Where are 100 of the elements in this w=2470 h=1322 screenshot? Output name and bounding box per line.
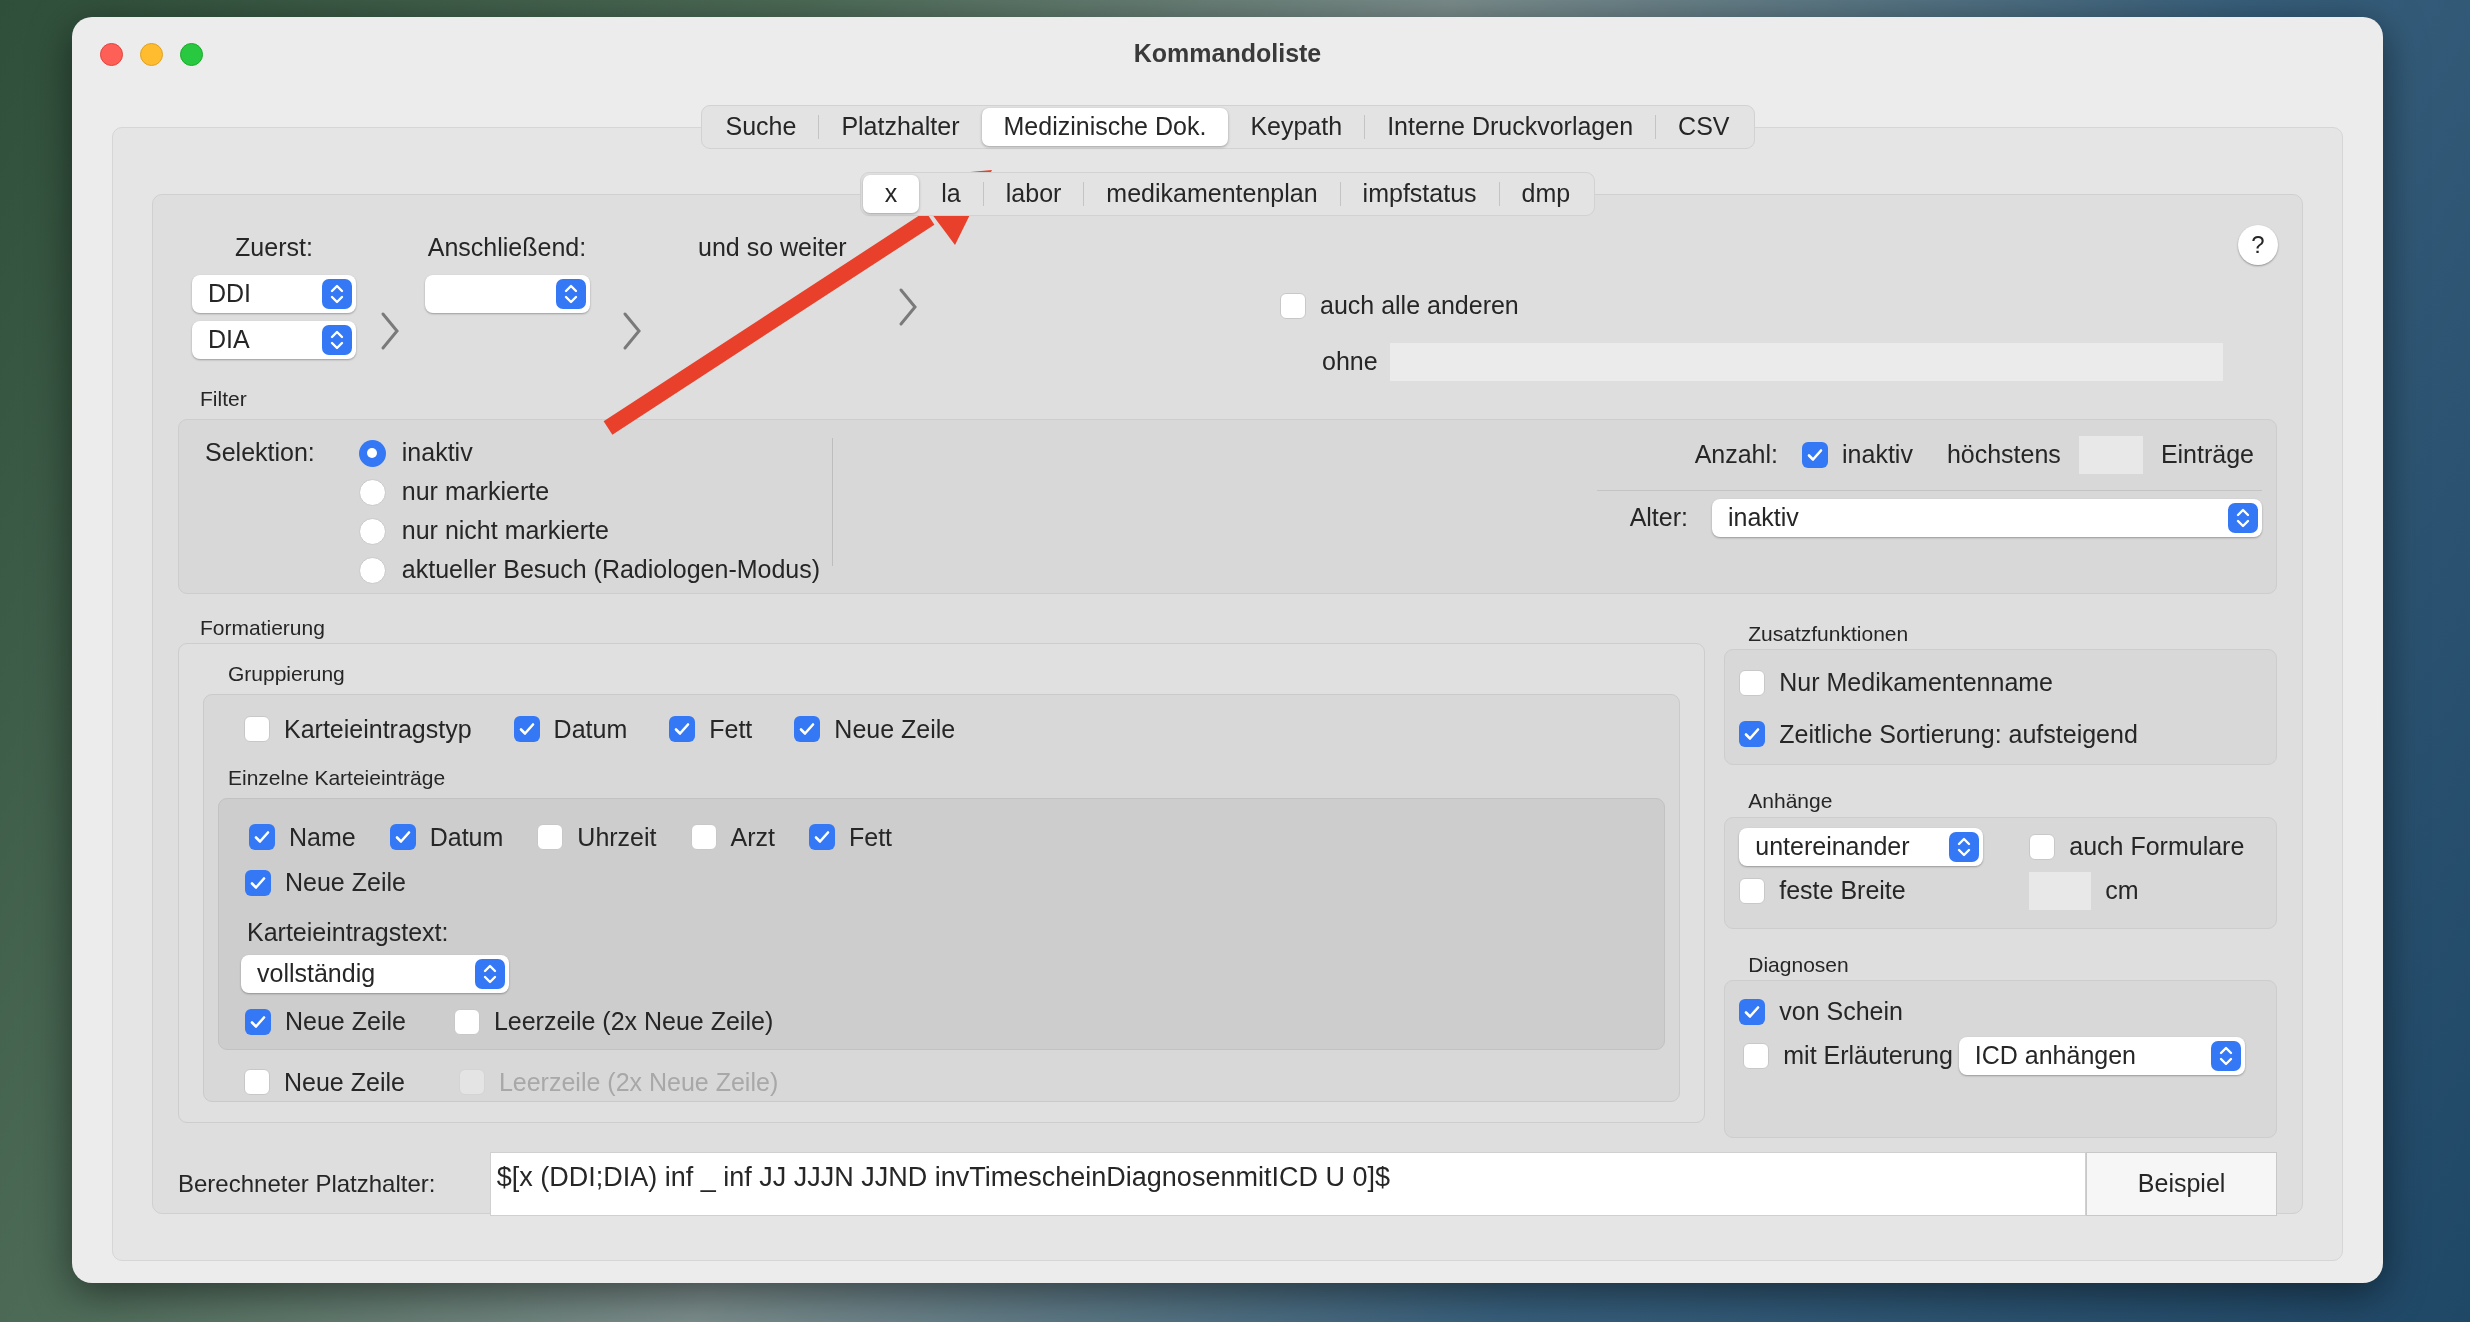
popup-button[interactable]: DDI — [192, 274, 356, 313]
updown-chevron-icon — [2210, 1040, 2241, 1071]
checkbox[interactable] — [1739, 998, 1766, 1025]
field-label: Berechneter Platzhalter: — [178, 1169, 437, 1199]
checkbox[interactable] — [244, 1069, 270, 1096]
checkbox-label: Neue Zeile — [285, 1006, 406, 1037]
help-button[interactable]: ? — [2238, 225, 2278, 265]
checkbox[interactable] — [249, 824, 275, 851]
tab[interactable]: Platzhalter — [819, 108, 982, 146]
checkbox[interactable] — [1280, 292, 1306, 319]
section-label: Diagnosen — [1748, 951, 1850, 978]
tab[interactable]: impfstatus — [1340, 175, 1499, 213]
text-field[interactable]: $[x (DDI;DIA) inf _ inf JJ JJJN JJND invTimescheinDiagnosenmitICD U 0]$ — [489, 1152, 2087, 1216]
window-title: Kommandoliste — [1133, 38, 1322, 70]
checkbox[interactable] — [1802, 441, 1829, 468]
updown-chevron-icon — [475, 959, 505, 989]
checkbox[interactable] — [245, 1008, 271, 1035]
updown-chevron-icon — [1949, 831, 1980, 862]
section-label: Filter — [200, 387, 247, 410]
popup-button[interactable]: ICD anhängen — [1958, 1036, 2245, 1075]
tab[interactable]: Suche — [703, 108, 819, 146]
tab[interactable]: x — [862, 175, 920, 213]
checkbox[interactable] — [453, 1008, 480, 1035]
checkbox[interactable] — [690, 824, 717, 851]
field-label: Alter: — [1629, 501, 1688, 533]
tab[interactable]: la — [919, 175, 983, 213]
field-label: Zuerst: — [235, 232, 313, 263]
checkbox-label: Arzt — [730, 821, 775, 853]
checkbox[interactable] — [1739, 877, 1766, 904]
checkbox-label: Neue Zeile — [284, 1066, 405, 1098]
checkbox-label: Neue Zeile — [285, 867, 406, 898]
checkbox-label: Datum — [429, 821, 504, 853]
popup-button[interactable] — [424, 274, 590, 313]
radio-label: nur nicht markierte — [401, 515, 609, 547]
popup-button[interactable]: vollständig — [241, 955, 509, 993]
checkbox-label: von Schein — [1779, 996, 1903, 1027]
field-label: Karteieintragstext: — [247, 916, 450, 948]
radio-label: aktueller Besuch (Radiologen-Modus) — [401, 554, 821, 586]
popup-button[interactable]: untereinander — [1739, 827, 1984, 866]
radio-button[interactable] — [358, 517, 386, 545]
checkbox[interactable] — [244, 716, 270, 743]
radio-label: nur markierte — [401, 476, 550, 508]
tab[interactable]: CSV — [1656, 108, 1752, 146]
checkbox[interactable] — [389, 824, 416, 851]
unit-label: cm — [2105, 874, 2139, 906]
checkbox[interactable] — [794, 716, 821, 743]
field-label: und so weiter — [698, 232, 848, 263]
checkbox-label: Fett — [848, 821, 893, 853]
checkbox-label: inaktiv — [1842, 438, 1913, 470]
field-label: höchstens — [1946, 438, 2061, 470]
close-button[interactable] — [100, 42, 123, 66]
zoom-button[interactable] — [180, 42, 203, 66]
checkbox-label: auch Formulare — [2069, 830, 2245, 862]
checkbox[interactable] — [1739, 721, 1766, 748]
checkbox[interactable] — [537, 824, 564, 851]
popup-button[interactable]: DIA — [192, 320, 356, 359]
checkbox-label: Datum — [553, 713, 628, 745]
section-label: Formatierung — [200, 614, 326, 641]
field-label: Anzahl: — [1694, 438, 1779, 470]
section-label: Einzelne Karteieinträge — [228, 766, 446, 789]
tab[interactable]: Interne Druckvorlagen — [1365, 108, 1656, 146]
radio-button[interactable] — [358, 556, 386, 584]
checkbox[interactable] — [245, 869, 271, 896]
checkbox-label: Uhrzeit — [577, 821, 657, 853]
minimize-button[interactable] — [140, 42, 163, 66]
chevron-right-icon — [622, 311, 642, 351]
checkbox[interactable] — [513, 716, 540, 743]
checkbox-label: auch alle anderen — [1320, 290, 1519, 321]
section-label: Anhänge — [1748, 788, 1834, 814]
tab[interactable]: Medizinische Dok. — [981, 108, 1229, 146]
checkbox[interactable] — [808, 824, 835, 851]
chevron-right-icon — [380, 311, 400, 351]
radio-button[interactable] — [358, 478, 386, 506]
checkbox[interactable] — [1743, 1042, 1770, 1069]
checkbox-label: Fett — [709, 713, 753, 745]
checkbox[interactable] — [1739, 669, 1766, 696]
checkbox-label: Name — [289, 821, 356, 853]
updown-chevron-icon — [555, 278, 586, 309]
updown-chevron-icon — [322, 324, 352, 355]
tab[interactable]: labor — [983, 175, 1084, 213]
tab[interactable]: medikamentenplan — [1084, 175, 1340, 213]
field-label: Anschließend: — [427, 232, 587, 263]
section-label: Gruppierung — [228, 662, 345, 685]
checkbox-label: Zeitliche Sortierung: aufsteigend — [1779, 718, 2138, 750]
field-label: Einträge — [2160, 438, 2254, 470]
field-label: ohne — [1322, 345, 1378, 377]
section-label: Zusatzfunktionen — [1748, 620, 1910, 647]
checkbox-label: Neue Zeile — [834, 713, 956, 745]
tab[interactable]: dmp — [1499, 175, 1593, 213]
tab[interactable]: Keypath — [1228, 108, 1365, 146]
updown-chevron-icon — [322, 278, 352, 309]
checkbox-label: Karteieintragstyp — [284, 713, 472, 745]
updown-chevron-icon — [2228, 502, 2258, 533]
checkbox[interactable] — [669, 716, 696, 743]
chevron-right-icon — [898, 286, 918, 327]
checkbox[interactable] — [2029, 833, 2056, 860]
popup-button[interactable]: inaktiv — [1712, 498, 2262, 537]
example-button[interactable]: Beispiel — [2086, 1152, 2277, 1216]
radio-button[interactable] — [358, 439, 386, 467]
radio-label: inaktiv — [401, 437, 473, 469]
